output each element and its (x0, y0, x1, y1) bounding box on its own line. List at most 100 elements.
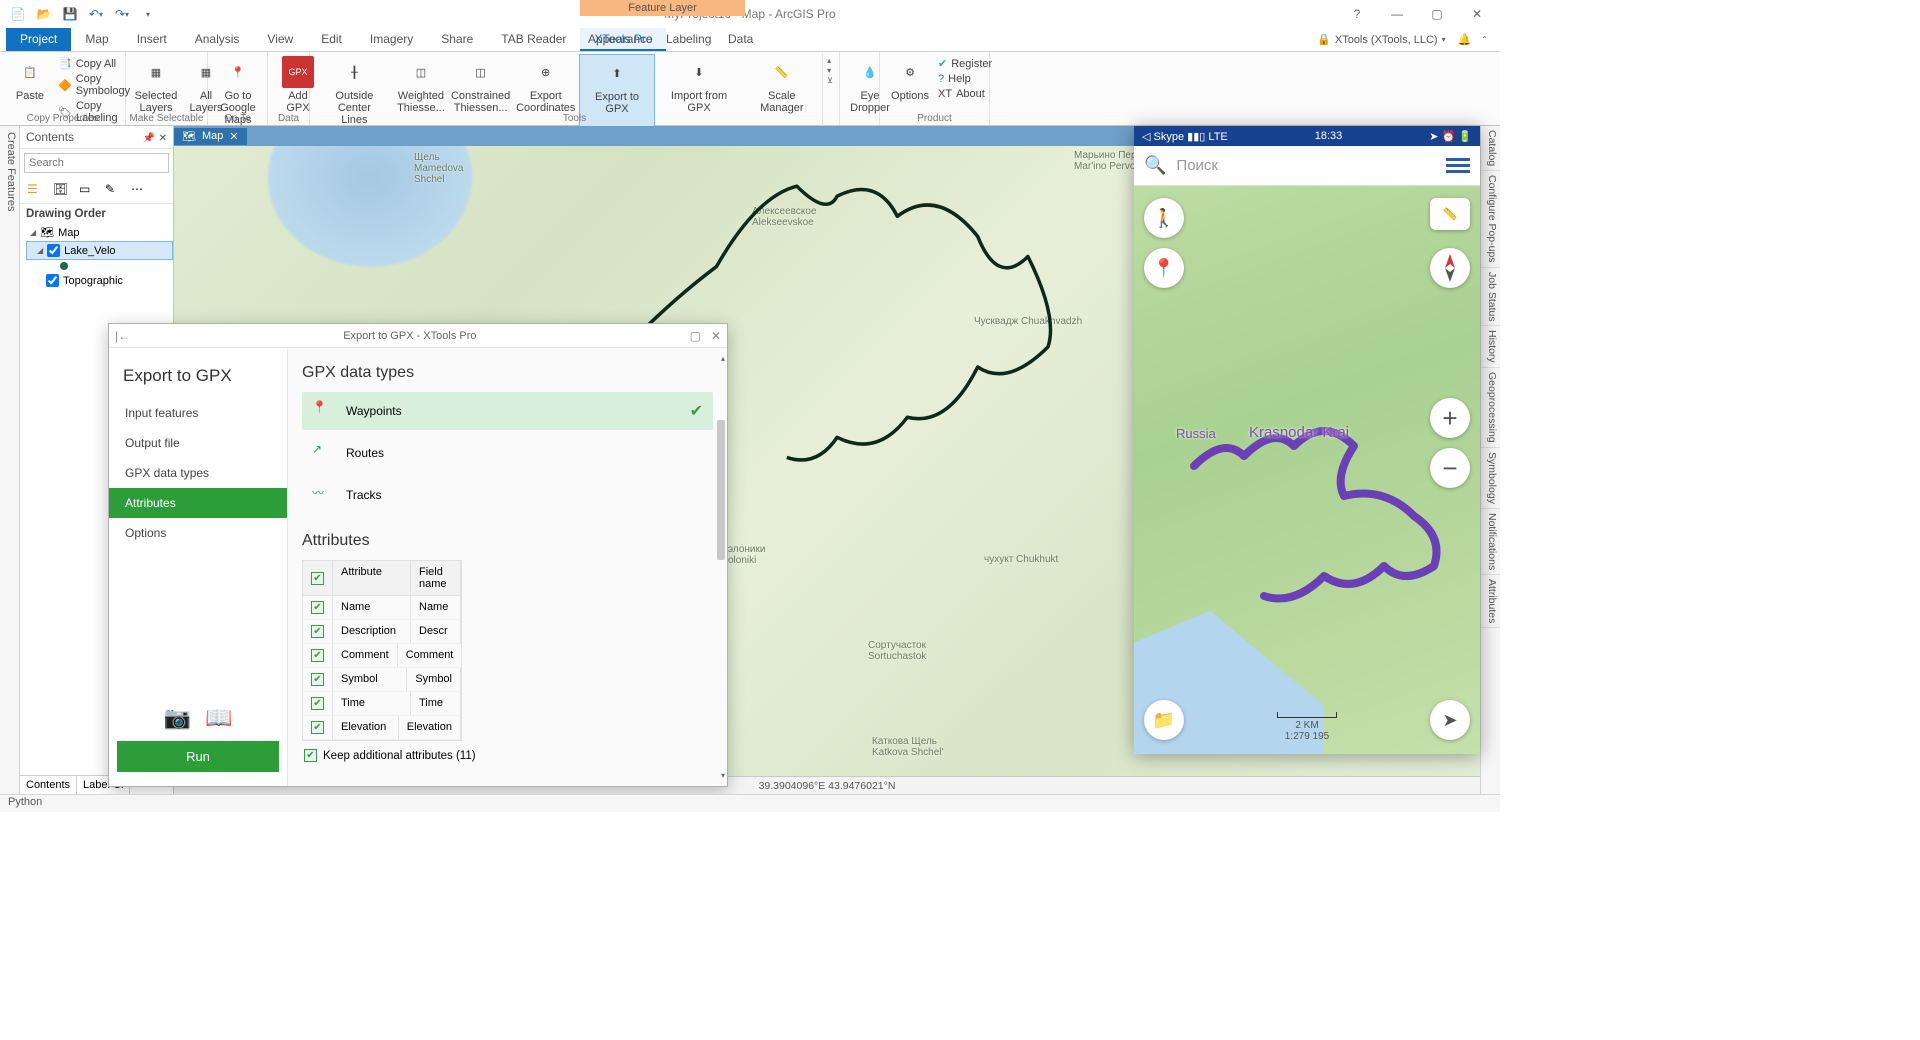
tab-project[interactable]: Project (6, 28, 71, 51)
close-icon[interactable]: ✕ (1464, 7, 1490, 21)
vtab-catalog[interactable]: Catalog (1481, 126, 1500, 171)
keep-attributes-checkbox-row[interactable]: ✔ Keep additional attributes (11) (302, 741, 713, 770)
open-project-icon[interactable]: 📂 (34, 4, 54, 24)
qat-customize-icon[interactable]: ▾ (138, 4, 158, 24)
list-drawing-order-icon[interactable]: ☰ (26, 181, 44, 199)
help-doc-icon[interactable]: 📖 (205, 705, 232, 731)
run-button[interactable]: Run (117, 741, 279, 772)
vtab-history[interactable]: History (1481, 326, 1500, 368)
help-icon[interactable]: ? (1344, 7, 1370, 21)
tab-tabreader[interactable]: TAB Reader (487, 28, 580, 51)
walk-mode-button[interactable]: 🚶 (1144, 198, 1184, 238)
redo-icon[interactable]: ↷▾ (112, 4, 132, 24)
gallery-more-icon[interactable]: ⊻ (827, 76, 833, 85)
step-options[interactable]: Options (109, 518, 287, 548)
gallery-down-icon[interactable]: ▾ (827, 66, 833, 75)
gpx-type-tracks[interactable]: 〰 Tracks (302, 476, 713, 514)
ribbon: 📋 Paste 📑Copy All 🔶Copy Symbology 🏷Copy … (0, 52, 1500, 126)
back-icon[interactable]: |← (115, 329, 130, 343)
scrollbar-thumb[interactable] (717, 420, 725, 560)
tab-edit[interactable]: Edit (307, 28, 356, 51)
help-button[interactable]: ?Help (936, 72, 994, 86)
table-row: ✔TimeTime (303, 692, 461, 716)
vtab-symbology[interactable]: Symbology (1481, 448, 1500, 509)
tab-map[interactable]: Map (71, 28, 122, 51)
pin-icon[interactable]: 📌 (143, 133, 155, 144)
compass-button[interactable] (1430, 248, 1470, 288)
row-checkbox[interactable]: ✔ (311, 601, 324, 614)
row-checkbox[interactable]: ✔ (311, 625, 324, 638)
toc-map-node[interactable]: ◢🗺Map (20, 224, 173, 241)
about-button[interactable]: XTAbout (936, 87, 994, 101)
vtab-job-status[interactable]: Job Status (1481, 268, 1500, 327)
notification-bell-icon[interactable]: 🔔 (1458, 33, 1472, 46)
tab-analysis[interactable]: Analysis (181, 28, 254, 51)
map-document-tab[interactable]: 🗺Map✕ (174, 128, 247, 145)
row-checkbox[interactable]: ✔ (311, 673, 324, 686)
tab-data[interactable]: Data (714, 28, 767, 50)
dialog-max-icon[interactable]: ▢ (690, 329, 701, 343)
step-output-file[interactable]: Output file (109, 428, 287, 458)
ruler-button[interactable]: 📏 (1430, 198, 1470, 230)
tab-view[interactable]: View (253, 28, 307, 51)
selected-layers-button[interactable]: ▦Selected Layers (132, 54, 180, 116)
undo-icon[interactable]: ↶▾ (86, 4, 106, 24)
gpx-type-waypoints[interactable]: 📍 Waypoints ✔ (302, 392, 713, 430)
ribbon-collapse-icon[interactable]: ⌃ (1481, 35, 1488, 44)
row-checkbox[interactable]: ✔ (311, 697, 324, 710)
new-project-icon[interactable]: 📄 (8, 4, 28, 24)
tab-insert[interactable]: Insert (123, 28, 181, 51)
signin-status[interactable]: 🔒 XTools (XTools, LLC) ▾ 🔔 ⌃ (1305, 28, 1500, 51)
vtab-notifications[interactable]: Notifications (1481, 509, 1500, 575)
phone-search-bar[interactable]: 🔍 Поиск (1134, 146, 1480, 186)
gpx-type-routes[interactable]: ↗ Routes (302, 434, 713, 472)
screenshot-icon[interactable]: 📷 (164, 705, 191, 731)
vtab-configure-popups[interactable]: Configure Pop-ups (1481, 171, 1500, 268)
tab-imagery[interactable]: Imagery (356, 28, 427, 51)
vtab-geoprocessing[interactable]: Geoprocessing (1481, 368, 1500, 448)
keep-attributes-checkbox[interactable]: ✔ (304, 749, 317, 762)
gallery-up-icon[interactable]: ▴ (827, 56, 833, 65)
minimize-icon[interactable]: — (1384, 7, 1410, 21)
close-map-icon[interactable]: ✕ (229, 130, 238, 143)
list-source-icon[interactable]: 🗄 (52, 181, 70, 199)
list-edit-icon[interactable]: ✎ (104, 181, 122, 199)
list-selection-icon[interactable]: ▭ (78, 181, 96, 199)
zoom-out-button[interactable]: − (1430, 448, 1470, 488)
vtab-attributes[interactable]: Attributes (1481, 575, 1500, 628)
copy-symbology-button[interactable]: 🔶Copy Symbology (56, 72, 132, 98)
search-input[interactable] (24, 153, 169, 173)
waypoint-icon: 📍 (312, 400, 334, 422)
create-features-tab[interactable]: Create Features (0, 126, 20, 794)
toc-layer-lakevelo[interactable]: ◢Lake_Velo (26, 241, 173, 260)
layer-visibility-checkbox[interactable] (47, 244, 60, 257)
zoom-in-button[interactable]: + (1430, 398, 1470, 438)
dialog-close-icon[interactable]: ✕ (711, 329, 721, 343)
maximize-icon[interactable]: ▢ (1424, 7, 1450, 21)
row-checkbox[interactable]: ✔ (311, 721, 324, 734)
add-poi-button[interactable]: 📍 (1144, 248, 1184, 288)
locate-button[interactable]: ➤ (1430, 700, 1470, 740)
phone-search-input[interactable]: Поиск (1176, 157, 1436, 174)
table-row: ✔CommentComment (303, 644, 461, 668)
register-button[interactable]: ✔Register (936, 56, 994, 71)
layer-visibility-checkbox[interactable] (46, 274, 59, 287)
save-icon[interactable]: 💾 (60, 4, 80, 24)
step-gpx-types[interactable]: GPX data types (109, 458, 287, 488)
python-window-button[interactable]: Python (8, 796, 42, 808)
copy-all-button[interactable]: 📑Copy All (56, 56, 132, 71)
row-checkbox[interactable]: ✔ (311, 649, 324, 662)
toc-layer-topographic[interactable]: Topographic (20, 272, 173, 289)
select-all-checkbox[interactable]: ✔ (311, 572, 324, 585)
options-button[interactable]: ⚙Options (886, 54, 934, 104)
scrollbar[interactable]: ▴ ▾ (715, 360, 725, 774)
tab-contents[interactable]: Contents (20, 776, 77, 794)
step-attributes[interactable]: Attributes (109, 488, 287, 518)
hamburger-icon[interactable] (1446, 158, 1470, 173)
close-pane-icon[interactable]: ✕ (159, 133, 167, 144)
phone-map[interactable]: 🚶 📍 📏 + − 📁 ➤ Russia Krasnodar Krai 2 KM… (1134, 186, 1480, 754)
step-input-features[interactable]: Input features (109, 398, 287, 428)
more-icon[interactable]: ⋯ (130, 181, 148, 199)
tab-share[interactable]: Share (427, 28, 487, 51)
folder-button[interactable]: 📁 (1144, 700, 1184, 740)
